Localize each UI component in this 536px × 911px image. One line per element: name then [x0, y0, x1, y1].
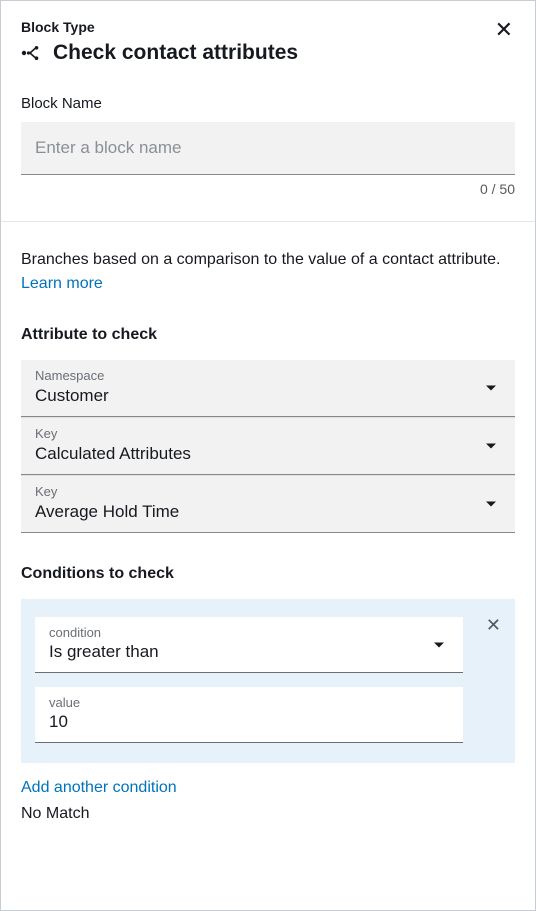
block-name-counter: 0 / 50 [21, 181, 515, 197]
key1-label: Key [35, 426, 501, 441]
conditions-heading: Conditions to check [21, 565, 515, 583]
close-button[interactable]: ✕ [493, 19, 515, 41]
header-section: Block Type Check contact attributes ✕ [1, 1, 535, 222]
condition-operator-value: Is greater than [49, 642, 449, 662]
block-name-input[interactable] [21, 122, 515, 175]
condition-operator-label: condition [49, 625, 449, 640]
chevron-down-icon [485, 442, 497, 450]
namespace-value: Customer [35, 386, 501, 406]
add-condition-link[interactable]: Add another condition [21, 779, 177, 797]
description-text: Branches based on a comparison to the va… [21, 248, 515, 296]
attribute-heading: Attribute to check [21, 326, 515, 344]
remove-condition-button[interactable]: ✕ [486, 615, 501, 636]
key1-value: Calculated Attributes [35, 444, 501, 464]
block-type-label: Block Type [21, 19, 298, 35]
close-icon: ✕ [495, 17, 513, 42]
body-section: Branches based on a comparison to the va… [1, 222, 535, 843]
chevron-down-icon [485, 500, 497, 508]
condition-value-label: value [49, 695, 449, 710]
close-icon: ✕ [486, 615, 501, 635]
header-top: Block Type Check contact attributes ✕ [21, 19, 515, 65]
conditions-section: Conditions to check ✕ condition Is great… [21, 565, 515, 823]
condition-value-field[interactable]: value [35, 687, 463, 743]
attribute-dropdown-group: Namespace Customer Key Calculated Attrib… [21, 360, 515, 533]
no-match-label: No Match [21, 805, 515, 823]
block-name-label: Block Name [21, 95, 515, 112]
condition-operator-dropdown[interactable]: condition Is greater than [35, 617, 463, 673]
chevron-down-icon [485, 384, 497, 392]
condition-value-input[interactable] [49, 712, 449, 732]
namespace-label: Namespace [35, 368, 501, 383]
condition-block: ✕ condition Is greater than value [21, 599, 515, 763]
key1-dropdown[interactable]: Key Calculated Attributes [21, 417, 515, 475]
chevron-down-icon [433, 641, 445, 649]
key2-dropdown[interactable]: Key Average Hold Time [21, 475, 515, 533]
header-left: Block Type Check contact attributes [21, 19, 298, 65]
namespace-dropdown[interactable]: Namespace Customer [21, 360, 515, 417]
block-title-row: Check contact attributes [21, 41, 298, 65]
learn-more-link[interactable]: Learn more [21, 275, 103, 292]
key2-value: Average Hold Time [35, 502, 501, 522]
key2-label: Key [35, 484, 501, 499]
branch-icon [21, 44, 43, 62]
description-body: Branches based on a comparison to the va… [21, 251, 500, 268]
block-title: Check contact attributes [53, 41, 298, 65]
